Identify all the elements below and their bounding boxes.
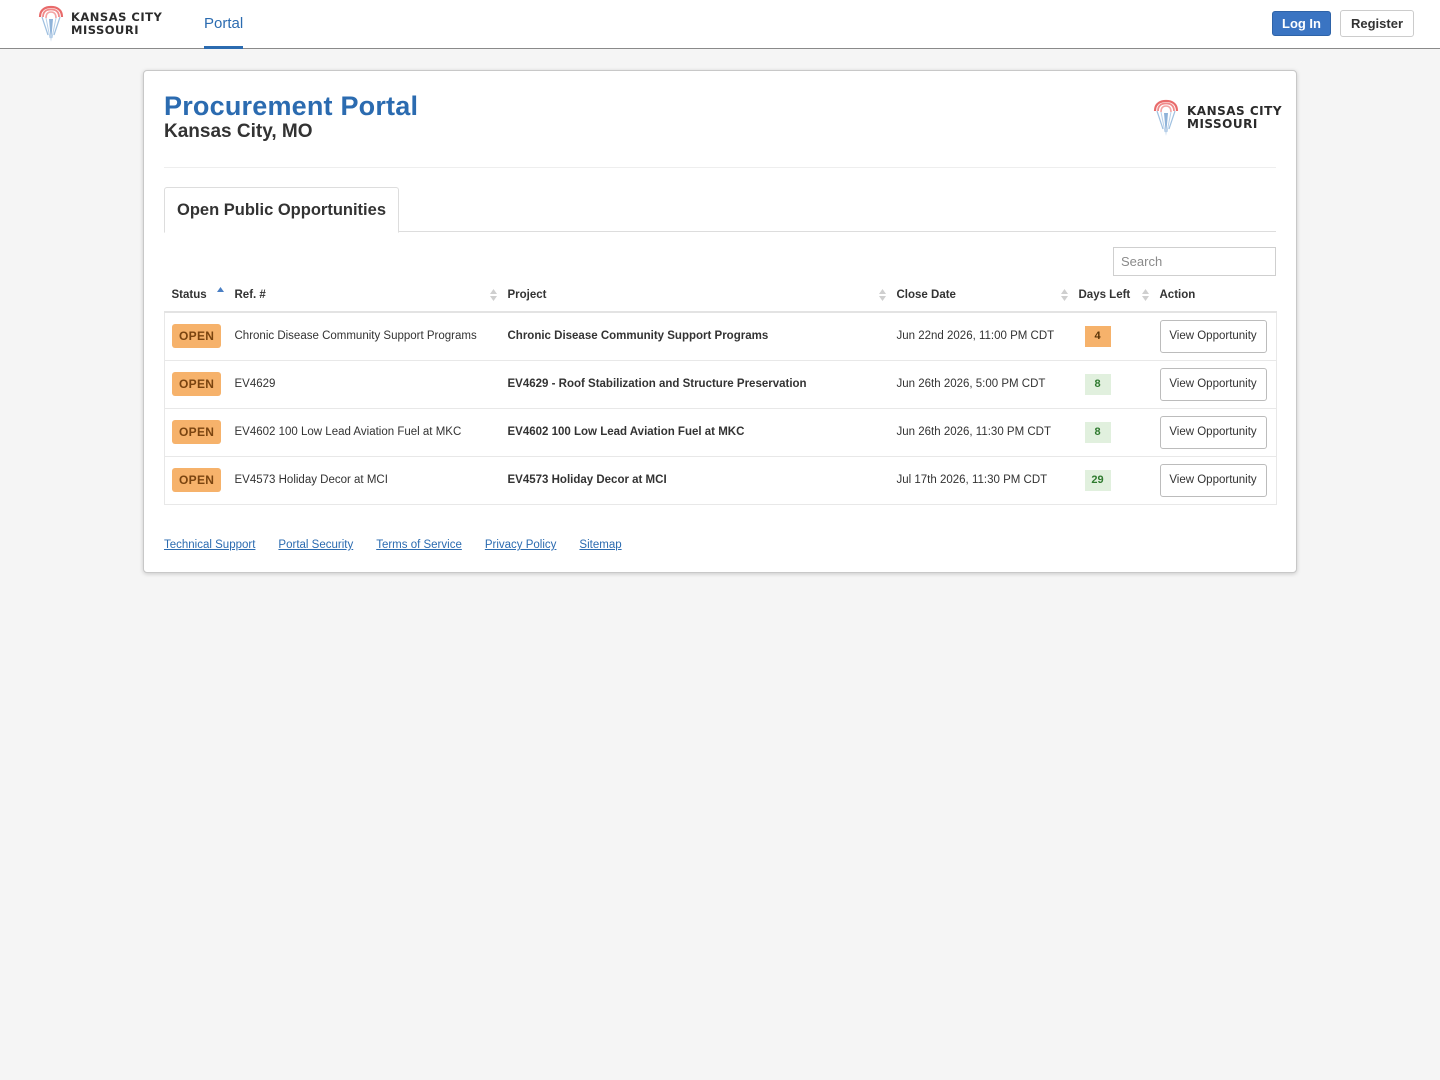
close-date-cell: Jun 26th 2026, 11:30 PM CDT [889, 407, 1072, 456]
footer-link-terms-of-service[interactable]: Terms of Service [376, 539, 462, 551]
login-button[interactable]: Log In [1272, 11, 1331, 36]
view-opportunity-button[interactable]: View Opportunity [1159, 367, 1267, 401]
close-date-cell: Jun 22nd 2026, 11:00 PM CDT [889, 311, 1072, 360]
tab-open-public-opportunities[interactable]: Open Public Opportunities [164, 187, 399, 233]
nav-tab-portal[interactable]: Portal [204, 0, 244, 49]
sort-icon [489, 289, 497, 301]
column-header-label: Ref. # [234, 288, 266, 301]
table-row[interactable]: OPEN Chronic Disease Community Support P… [164, 311, 1277, 360]
days-left-badge: 4 [1084, 325, 1111, 347]
footer-link-privacy-policy[interactable]: Privacy Policy [485, 539, 557, 551]
sort-ascending-icon [216, 287, 224, 292]
column-header-action: Action [1152, 278, 1277, 313]
column-header-status[interactable]: Status [164, 278, 228, 313]
status-badge: OPEN [172, 372, 222, 396]
status-badge: OPEN [172, 420, 222, 444]
table-header-row: Status Ref. # Project Close Date Days Le… [164, 278, 1277, 313]
portal-card: Procurement Portal Kansas City, MO KANSA… [143, 70, 1297, 573]
close-date-cell: Jun 26th 2026, 5:00 PM CDT [889, 359, 1072, 408]
card-logo-text: KANSAS CITY MISSOURI [1187, 103, 1283, 132]
card-logo-line-2: MISSOURI [1187, 117, 1258, 131]
header-divider [164, 167, 1276, 168]
column-header-ref[interactable]: Ref. # [227, 278, 501, 313]
sort-icon [1141, 289, 1149, 301]
column-header-label: Status [171, 288, 207, 301]
column-header-label: Days Left [1078, 288, 1131, 301]
page-subtitle: Kansas City, MO [164, 121, 313, 142]
table-row[interactable]: OPEN EV4602 100 Low Lead Aviation Fuel a… [164, 407, 1277, 456]
register-button[interactable]: Register [1340, 10, 1414, 37]
sort-icon [1060, 289, 1068, 301]
card-logo-line-1: KANSAS CITY [1187, 103, 1283, 118]
sort-icon [878, 289, 886, 301]
days-left-badge: 8 [1084, 373, 1111, 395]
top-navbar: KANSAS CITY MISSOURI Portal Log In Regis… [0, 0, 1440, 49]
project-cell: EV4602 100 Low Lead Aviation Fuel at MKC [500, 407, 890, 456]
table-row[interactable]: OPEN EV4573 Holiday Decor at MCI EV4573 … [164, 455, 1277, 505]
project-cell: Chronic Disease Community Support Progra… [500, 311, 890, 360]
card-logo: KANSAS CITY MISSOURI [1151, 98, 1282, 138]
fountain-logo-icon [1153, 99, 1179, 136]
view-opportunity-button[interactable]: View Opportunity [1159, 463, 1267, 497]
status-badge: OPEN [172, 324, 222, 349]
view-opportunity-button[interactable]: View Opportunity [1159, 319, 1267, 353]
close-date-cell: Jul 17th 2026, 11:30 PM CDT [889, 455, 1072, 505]
view-opportunity-button[interactable]: View Opportunity [1159, 415, 1267, 449]
column-header-label: Project [507, 288, 547, 301]
days-left-badge: 8 [1084, 421, 1111, 443]
fountain-logo-icon [38, 5, 64, 42]
footer-link-technical-support[interactable]: Technical Support [164, 539, 255, 551]
status-badge: OPEN [172, 468, 222, 492]
project-cell: EV4629 - Roof Stabilization and Structur… [500, 359, 890, 408]
footer-link-sitemap[interactable]: Sitemap [579, 539, 621, 551]
logo-line-2: MISSOURI [71, 23, 140, 37]
tab-bar: Open Public Opportunities [164, 187, 1276, 233]
ref-cell: Chronic Disease Community Support Progra… [227, 311, 501, 360]
table-row[interactable]: OPEN EV4629 EV4629 - Roof Stabilization … [164, 359, 1277, 408]
ref-cell: EV4573 Holiday Decor at MCI [227, 455, 501, 505]
column-header-days-left[interactable]: Days Left [1071, 278, 1153, 313]
logo-text: KANSAS CITY MISSOURI [71, 11, 162, 37]
page-title: Procurement Portal [164, 91, 419, 121]
footer-link-portal-security[interactable]: Portal Security [278, 539, 353, 551]
project-cell: EV4573 Holiday Decor at MCI [500, 455, 890, 505]
column-header-label: Action [1159, 288, 1196, 301]
kansas-city-logo[interactable]: KANSAS CITY MISSOURI [36, 5, 162, 43]
opportunities-table: Status Ref. # Project Close Date Days Le… [164, 278, 1277, 505]
footer-links: Technical Support Portal Security Terms … [164, 539, 645, 551]
column-header-close-date[interactable]: Close Date [889, 278, 1072, 313]
column-header-project[interactable]: Project [500, 278, 890, 313]
ref-cell: EV4629 [227, 359, 501, 408]
days-left-badge: 29 [1084, 469, 1111, 491]
search-input[interactable] [1113, 247, 1276, 276]
ref-cell: EV4602 100 Low Lead Aviation Fuel at MKC [227, 407, 501, 456]
column-header-label: Close Date [896, 288, 956, 301]
